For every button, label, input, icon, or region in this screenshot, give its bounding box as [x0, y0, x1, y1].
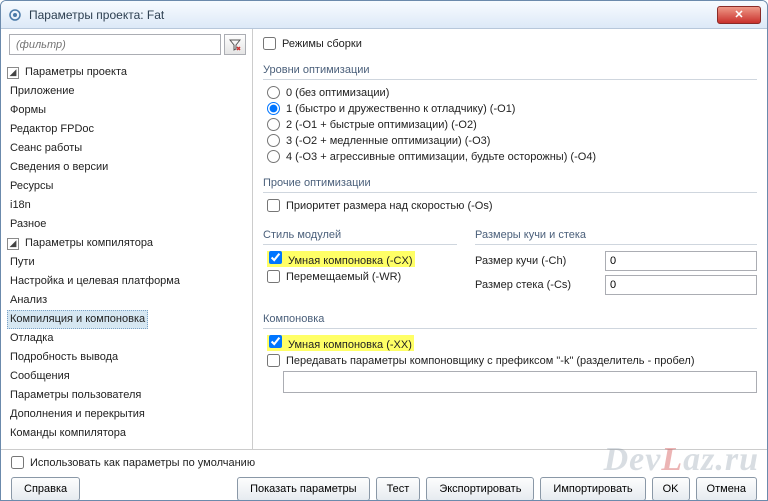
size-over-speed-checkbox[interactable]: [267, 199, 280, 212]
tree-item[interactable]: Приложение: [7, 82, 78, 101]
cancel-button[interactable]: Отмена: [696, 477, 757, 501]
funnel-clear-icon: [229, 39, 241, 51]
opt-1-radio[interactable]: [267, 102, 280, 115]
opt-4-label: 4 (-O3 + агрессивные оптимизации, будьте…: [286, 151, 596, 163]
ok-button[interactable]: OK: [652, 477, 690, 501]
tree-root-compiler[interactable]: Параметры компилятора: [22, 234, 156, 253]
left-pane: ◢Параметры проекта Приложение Формы Реда…: [1, 29, 253, 449]
relocatable-label: Перемещаемый (-WR): [286, 271, 401, 283]
clear-filter-button[interactable]: [224, 34, 246, 55]
project-options-dialog: Параметры проекта: Fat ✕ ◢Параметры прое…: [0, 0, 768, 501]
tree-item-compile-link[interactable]: Компиляция и компоновка: [7, 310, 148, 329]
settings-panel: Режимы сборки Уровни оптимизации 0 (без …: [253, 29, 767, 449]
stack-input[interactable]: [605, 275, 757, 295]
opt-2-radio[interactable]: [267, 118, 280, 131]
window-title: Параметры проекта: Fat: [29, 8, 714, 22]
divider: [475, 244, 757, 245]
section-linking: Компоновка: [263, 313, 757, 325]
opt-2-label: 2 (-O1 + быстрые оптимизации) (-O2): [286, 119, 477, 131]
pass-k-checkbox[interactable]: [267, 354, 280, 367]
tree-item[interactable]: i18n: [7, 196, 34, 215]
tree-item[interactable]: Подробность вывода: [7, 348, 121, 367]
tree-item[interactable]: Дополнения и перекрытия: [7, 405, 148, 424]
opt-1-label: 1 (быстро и дружественно к отладчику) (-…: [286, 103, 515, 115]
tree-root-project[interactable]: Параметры проекта: [22, 63, 130, 82]
divider: [263, 244, 457, 245]
test-button[interactable]: Тест: [376, 477, 421, 501]
import-button[interactable]: Импортировать: [540, 477, 645, 501]
content-area: ◢Параметры проекта Приложение Формы Реда…: [1, 29, 767, 449]
build-modes-label: Режимы сборки: [282, 38, 362, 50]
export-button[interactable]: Экспортировать: [426, 477, 534, 501]
smart-xx-label: Умная компоновка (-XX): [288, 339, 412, 351]
app-icon: [7, 7, 23, 23]
options-tree[interactable]: ◢Параметры проекта Приложение Формы Реда…: [1, 59, 252, 449]
tree-item[interactable]: Анализ: [7, 291, 50, 310]
tree-item[interactable]: Отладка: [7, 329, 56, 348]
tree-item[interactable]: Параметры пользователя: [7, 386, 144, 405]
window-close-button[interactable]: ✕: [717, 6, 761, 24]
tree-item[interactable]: Пути: [7, 253, 38, 272]
section-optimization: Уровни оптимизации: [263, 64, 757, 76]
relocatable-checkbox[interactable]: [267, 270, 280, 283]
bottom-bar: Использовать как параметры по умолчанию …: [1, 449, 767, 501]
smart-xx-checkbox[interactable]: [269, 335, 282, 348]
help-button[interactable]: Справка: [11, 477, 80, 501]
button-row: Справка Показать параметры Тест Экспорти…: [11, 477, 757, 501]
tree-item[interactable]: Формы: [7, 101, 49, 120]
smart-cx-checkbox[interactable]: [269, 251, 282, 264]
size-over-speed-label: Приоритет размера над скоростью (-Os): [286, 200, 493, 212]
use-default-checkbox[interactable]: [11, 456, 24, 469]
divider: [263, 192, 757, 193]
divider: [263, 79, 757, 80]
titlebar: Параметры проекта: Fat ✕: [1, 1, 767, 29]
pass-k-label: Передавать параметры компоновщику с преф…: [286, 355, 695, 367]
opt-3-radio[interactable]: [267, 134, 280, 147]
filter-input[interactable]: [9, 34, 221, 55]
close-icon: ✕: [734, 8, 743, 21]
tree-toggle-icon[interactable]: ◢: [7, 238, 19, 250]
filter-row: [1, 29, 252, 59]
use-default-label: Использовать как параметры по умолчанию: [30, 457, 255, 469]
section-heap: Размеры кучи и стека: [475, 229, 757, 241]
highlight: Умная компоновка (-CX): [267, 251, 415, 267]
tree-item[interactable]: Ресурсы: [7, 177, 56, 196]
tree-item[interactable]: Команды компилятора: [7, 424, 129, 443]
build-modes-checkbox[interactable]: [263, 37, 276, 50]
opt-3-label: 3 (-O2 + медленные оптимизации) (-O3): [286, 135, 490, 147]
tree-item[interactable]: Сеанс работы: [7, 139, 85, 158]
tree-item[interactable]: Редактор FPDoc: [7, 120, 97, 139]
highlight: Умная компоновка (-XX): [267, 335, 414, 351]
section-unit-style: Стиль модулей: [263, 229, 457, 241]
section-other-opt: Прочие оптимизации: [263, 177, 757, 189]
stack-label: Размер стека (-Cs): [475, 279, 605, 291]
tree-item[interactable]: Сообщения: [7, 367, 73, 386]
opt-4-radio[interactable]: [267, 150, 280, 163]
divider: [263, 328, 757, 329]
smart-cx-label: Умная компоновка (-CX): [288, 255, 413, 267]
opt-0-radio[interactable]: [267, 86, 280, 99]
heap-input[interactable]: [605, 251, 757, 271]
pass-k-input[interactable]: [283, 371, 757, 393]
tree-item[interactable]: Настройка и целевая платформа: [7, 272, 183, 291]
tree-item[interactable]: Разное: [7, 215, 49, 234]
show-params-button[interactable]: Показать параметры: [237, 477, 370, 501]
heap-label: Размер кучи (-Ch): [475, 255, 605, 267]
tree-item[interactable]: Сведения о версии: [7, 158, 111, 177]
tree-toggle-icon[interactable]: ◢: [7, 67, 19, 79]
opt-0-label: 0 (без оптимизации): [286, 87, 389, 99]
